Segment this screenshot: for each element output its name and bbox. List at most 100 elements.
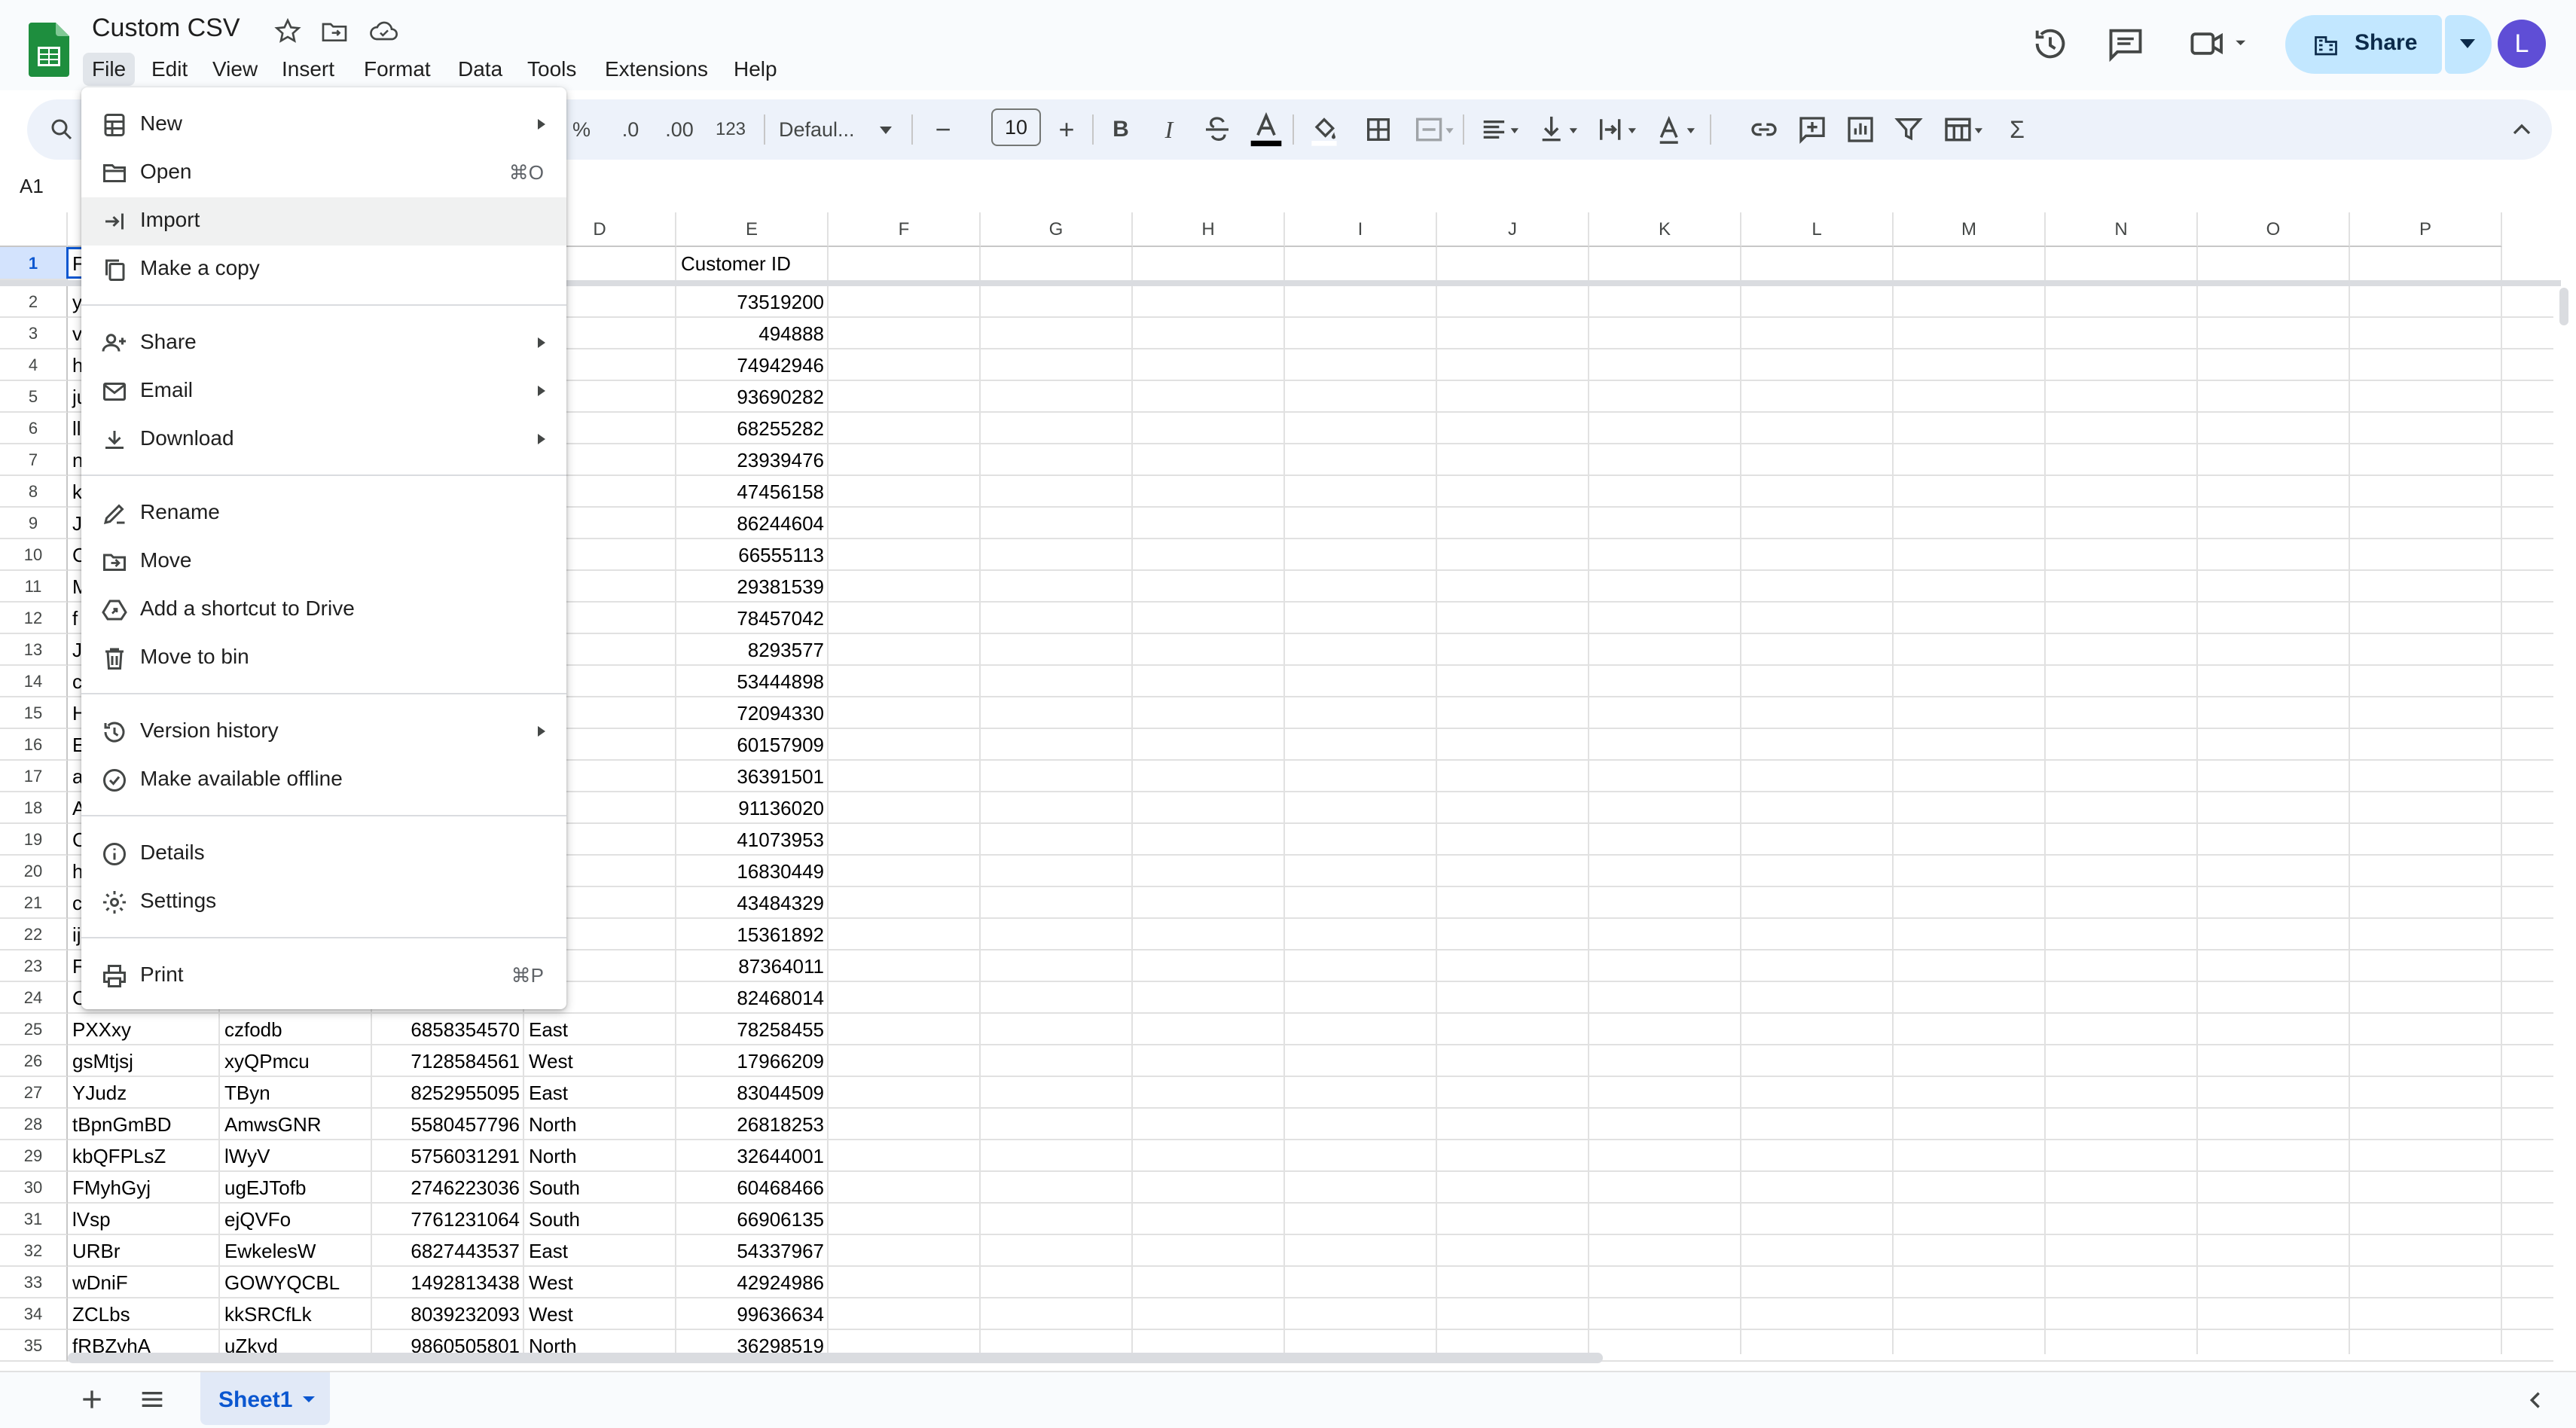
- fill-color-icon[interactable]: [1309, 111, 1339, 148]
- table-cell[interactable]: 91136020: [676, 792, 829, 824]
- table-cell[interactable]: 78258455: [676, 1014, 829, 1045]
- menu-item-make-a-copy[interactable]: Make a copy: [81, 246, 566, 294]
- insert-comment-icon[interactable]: [1797, 111, 1827, 148]
- column-header-m[interactable]: M: [1894, 212, 2046, 247]
- row-header[interactable]: 21: [0, 887, 68, 919]
- table-cell[interactable]: 7128584561: [372, 1045, 524, 1077]
- table-cell[interactable]: YJudz: [68, 1077, 220, 1109]
- row-header[interactable]: 5: [0, 381, 68, 413]
- table-cell[interactable]: 83044509: [676, 1077, 829, 1109]
- move-folder-icon[interactable]: [319, 17, 349, 47]
- table-cell[interactable]: 66555113: [676, 539, 829, 571]
- table-cell[interactable]: ejQVFo: [220, 1204, 372, 1235]
- table-cell[interactable]: ugEJTofb: [220, 1172, 372, 1204]
- table-cell[interactable]: 15361892: [676, 919, 829, 950]
- table-cell[interactable]: 53444898: [676, 666, 829, 697]
- vertical-scrollbar[interactable]: [2559, 288, 2568, 325]
- table-cell[interactable]: 74942946: [676, 349, 829, 381]
- column-header-g[interactable]: G: [981, 212, 1133, 247]
- column-header-j[interactable]: J: [1437, 212, 1589, 247]
- star-icon[interactable]: [273, 17, 303, 47]
- menu-item-rename[interactable]: Rename: [81, 490, 566, 538]
- table-cell[interactable]: AmwsGNR: [220, 1109, 372, 1140]
- menu-item-share[interactable]: Share: [81, 319, 566, 368]
- table-cell[interactable]: 5580457796: [372, 1109, 524, 1140]
- menu-help[interactable]: Help: [725, 53, 786, 86]
- table-cell[interactable]: 68255282: [676, 413, 829, 444]
- row-header[interactable]: 13: [0, 634, 68, 666]
- menu-item-make-available-offline[interactable]: Make available offline: [81, 756, 566, 804]
- column-header-l[interactable]: L: [1741, 212, 1894, 247]
- more-formats-button[interactable]: 123: [708, 111, 753, 148]
- table-cell[interactable]: gsMtjsj: [68, 1045, 220, 1077]
- menu-item-import[interactable]: Import: [81, 197, 566, 246]
- table-cell[interactable]: West: [524, 1045, 676, 1077]
- table-cell[interactable]: North: [524, 1109, 676, 1140]
- share-options-dropdown[interactable]: [2445, 15, 2492, 74]
- table-cell[interactable]: 72094330: [676, 697, 829, 729]
- table-cell[interactable]: 54337967: [676, 1235, 829, 1267]
- collapse-toolbar-icon[interactable]: [2507, 111, 2537, 148]
- format-percent-button[interactable]: %: [566, 111, 597, 148]
- menu-file[interactable]: File: [83, 53, 136, 86]
- table-cell[interactable]: 6827443537: [372, 1235, 524, 1267]
- column-header-i[interactable]: I: [1285, 212, 1437, 247]
- font-size-input[interactable]: 10: [991, 108, 1041, 146]
- table-cell[interactable]: lVsp: [68, 1204, 220, 1235]
- table-cell[interactable]: 5756031291: [372, 1140, 524, 1172]
- row-header[interactable]: 33: [0, 1267, 68, 1298]
- borders-icon[interactable]: [1363, 111, 1393, 148]
- table-cell[interactable]: tBpnGmBD: [68, 1109, 220, 1140]
- table-cell[interactable]: West: [524, 1298, 676, 1330]
- table-cell[interactable]: TByn: [220, 1077, 372, 1109]
- table-cell[interactable]: 42924986: [676, 1267, 829, 1298]
- menu-extensions[interactable]: Extensions: [596, 53, 717, 86]
- horizontal-align-icon[interactable]: [1478, 111, 1523, 148]
- menu-edit[interactable]: Edit: [142, 53, 197, 86]
- row-header[interactable]: 27: [0, 1077, 68, 1109]
- menu-item-print[interactable]: Print ⌘P: [81, 952, 566, 1000]
- row-header[interactable]: 9: [0, 508, 68, 539]
- row-header[interactable]: 3: [0, 318, 68, 349]
- row-header[interactable]: 8: [0, 476, 68, 508]
- table-cell[interactable]: West: [524, 1267, 676, 1298]
- table-cell[interactable]: 43484329: [676, 887, 829, 919]
- table-cell[interactable]: 41073953: [676, 824, 829, 856]
- insert-chart-icon[interactable]: [1845, 111, 1876, 148]
- table-cell[interactable]: 8252955095: [372, 1077, 524, 1109]
- text-rotation-icon[interactable]: [1654, 111, 1699, 148]
- name-box[interactable]: A1: [20, 175, 44, 198]
- table-cell[interactable]: PXXxy: [68, 1014, 220, 1045]
- row-header[interactable]: 23: [0, 950, 68, 982]
- row-header[interactable]: 17: [0, 761, 68, 792]
- table-cell[interactable]: kbQFPLsZ: [68, 1140, 220, 1172]
- row-header[interactable]: 32: [0, 1235, 68, 1267]
- row-header[interactable]: 29: [0, 1140, 68, 1172]
- font-family-select[interactable]: Defaul...: [779, 111, 869, 148]
- meet-video-icon[interactable]: [2187, 24, 2255, 63]
- table-cell[interactable]: 8039232093: [372, 1298, 524, 1330]
- row-header[interactable]: 6: [0, 413, 68, 444]
- column-header-h[interactable]: H: [1133, 212, 1285, 247]
- table-cell[interactable]: EwkelesW: [220, 1235, 372, 1267]
- menu-item-download[interactable]: Download: [81, 416, 566, 464]
- add-sheet-icon[interactable]: [77, 1384, 107, 1414]
- column-header-o[interactable]: O: [2198, 212, 2350, 247]
- insert-link-icon[interactable]: [1749, 111, 1779, 148]
- table-cell[interactable]: South: [524, 1204, 676, 1235]
- table-cell[interactable]: czfodb: [220, 1014, 372, 1045]
- table-cell[interactable]: kkSRCfLk: [220, 1298, 372, 1330]
- table-cell[interactable]: 29381539: [676, 571, 829, 603]
- column-header-p[interactable]: P: [2350, 212, 2502, 247]
- filter-views-icon[interactable]: [1940, 111, 1988, 148]
- table-cell[interactable]: 23939476: [676, 444, 829, 476]
- menu-item-move[interactable]: Move: [81, 538, 566, 586]
- sheets-logo-icon[interactable]: [29, 23, 69, 77]
- table-cell[interactable]: East: [524, 1014, 676, 1045]
- table-cell[interactable]: 93690282: [676, 381, 829, 413]
- row-header[interactable]: 22: [0, 919, 68, 950]
- sheet-tab-caret-icon[interactable]: [301, 1393, 316, 1405]
- column-header-k[interactable]: K: [1589, 212, 1741, 247]
- table-cell[interactable]: 17966209: [676, 1045, 829, 1077]
- row-header[interactable]: 19: [0, 824, 68, 856]
